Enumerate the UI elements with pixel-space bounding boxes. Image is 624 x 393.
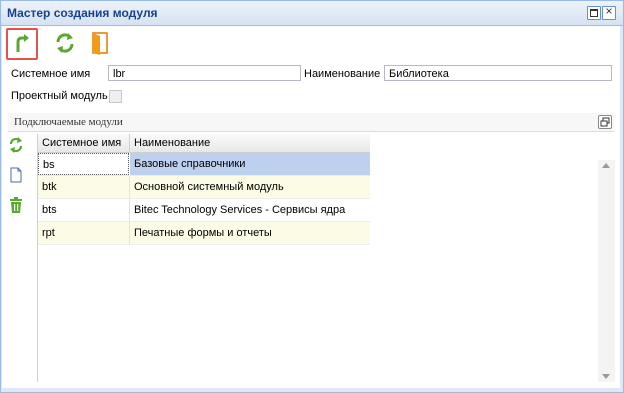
system-name-label: Системное имя: [11, 68, 91, 80]
cell-system-name[interactable]: bs: [38, 153, 129, 175]
modules-grid: Системное имя Наименование bs Базовые сп…: [37, 134, 616, 382]
delete-module-button[interactable]: [7, 196, 25, 214]
cell-text: Базовые справочники: [134, 158, 246, 170]
exit-button[interactable]: [88, 30, 114, 56]
cell-system-name[interactable]: bts: [38, 199, 130, 221]
table-row[interactable]: rpt Печатные формы и отчеты: [38, 222, 370, 245]
back-arrow-icon: [16, 34, 29, 52]
grid-header: Системное имя Наименование: [38, 134, 370, 153]
column-header-name[interactable]: Наименование: [134, 137, 210, 149]
toolbar: [2, 26, 620, 60]
cell-text: Основной системный модуль: [134, 181, 284, 193]
table-row[interactable]: bs Базовые справочники: [38, 153, 370, 176]
cell-name[interactable]: Печатные формы и отчеты: [130, 222, 370, 244]
name-field[interactable]: Библиотека: [384, 65, 612, 81]
scroll-down-icon[interactable]: [602, 374, 610, 379]
project-module-checkbox[interactable]: [109, 90, 122, 103]
cell-text: bts: [42, 204, 57, 216]
table-row[interactable]: btk Основной системный модуль: [38, 176, 370, 199]
column-header-system-name[interactable]: Системное имя: [42, 137, 121, 149]
table-row[interactable]: bts Bitec Technology Services - Сервисы …: [38, 199, 370, 222]
name-label: Наименование: [304, 68, 381, 80]
system-name-field[interactable]: lbr: [108, 65, 301, 81]
cell-system-name[interactable]: btk: [38, 176, 130, 198]
restore-panel-button[interactable]: [598, 115, 612, 129]
window-body: Системное имя lbr Наименование Библиотек…: [2, 26, 620, 388]
project-module-label: Проектный модуль: [11, 90, 108, 102]
refresh-button[interactable]: [52, 30, 78, 56]
cell-name[interactable]: Bitec Technology Services - Сервисы ядра: [130, 199, 370, 221]
cell-text: bs: [43, 159, 55, 171]
scroll-up-icon[interactable]: [602, 163, 610, 168]
cell-text: rpt: [42, 227, 55, 239]
restore-icon: [600, 117, 610, 127]
title-bar: Мастер создания модуля ×: [1, 1, 623, 26]
grid-refresh-button[interactable]: [7, 136, 25, 154]
cell-text: Печатные формы и отчеты: [134, 227, 272, 239]
add-module-button[interactable]: [7, 166, 25, 184]
cell-system-name[interactable]: rpt: [38, 222, 130, 244]
new-document-icon: [10, 167, 22, 183]
cell-name[interactable]: Основной системный модуль: [130, 176, 370, 198]
close-icon: ×: [605, 4, 613, 18]
cell-name[interactable]: Базовые справочники: [130, 153, 370, 175]
window-title: Мастер создания модуля: [7, 6, 158, 20]
exit-door-icon: [92, 32, 108, 55]
refresh-icon: [9, 137, 23, 153]
modules-panel-title: Подключаемые модули: [14, 116, 123, 128]
cell-text: Bitec Technology Services - Сервисы ядра: [134, 204, 346, 216]
grid-scrollbar[interactable]: [598, 160, 615, 382]
refresh-icon: [56, 33, 74, 53]
column-separator: [129, 134, 130, 152]
cell-text: btk: [42, 181, 57, 193]
modules-panel-header: Подключаемые модули: [8, 113, 614, 132]
delete-trash-icon: [10, 197, 22, 213]
close-button[interactable]: ×: [602, 4, 616, 20]
module-wizard-window: Мастер создания модуля × Системное имя l…: [0, 0, 624, 393]
back-button[interactable]: [6, 28, 38, 60]
maximize-button[interactable]: [587, 6, 601, 20]
